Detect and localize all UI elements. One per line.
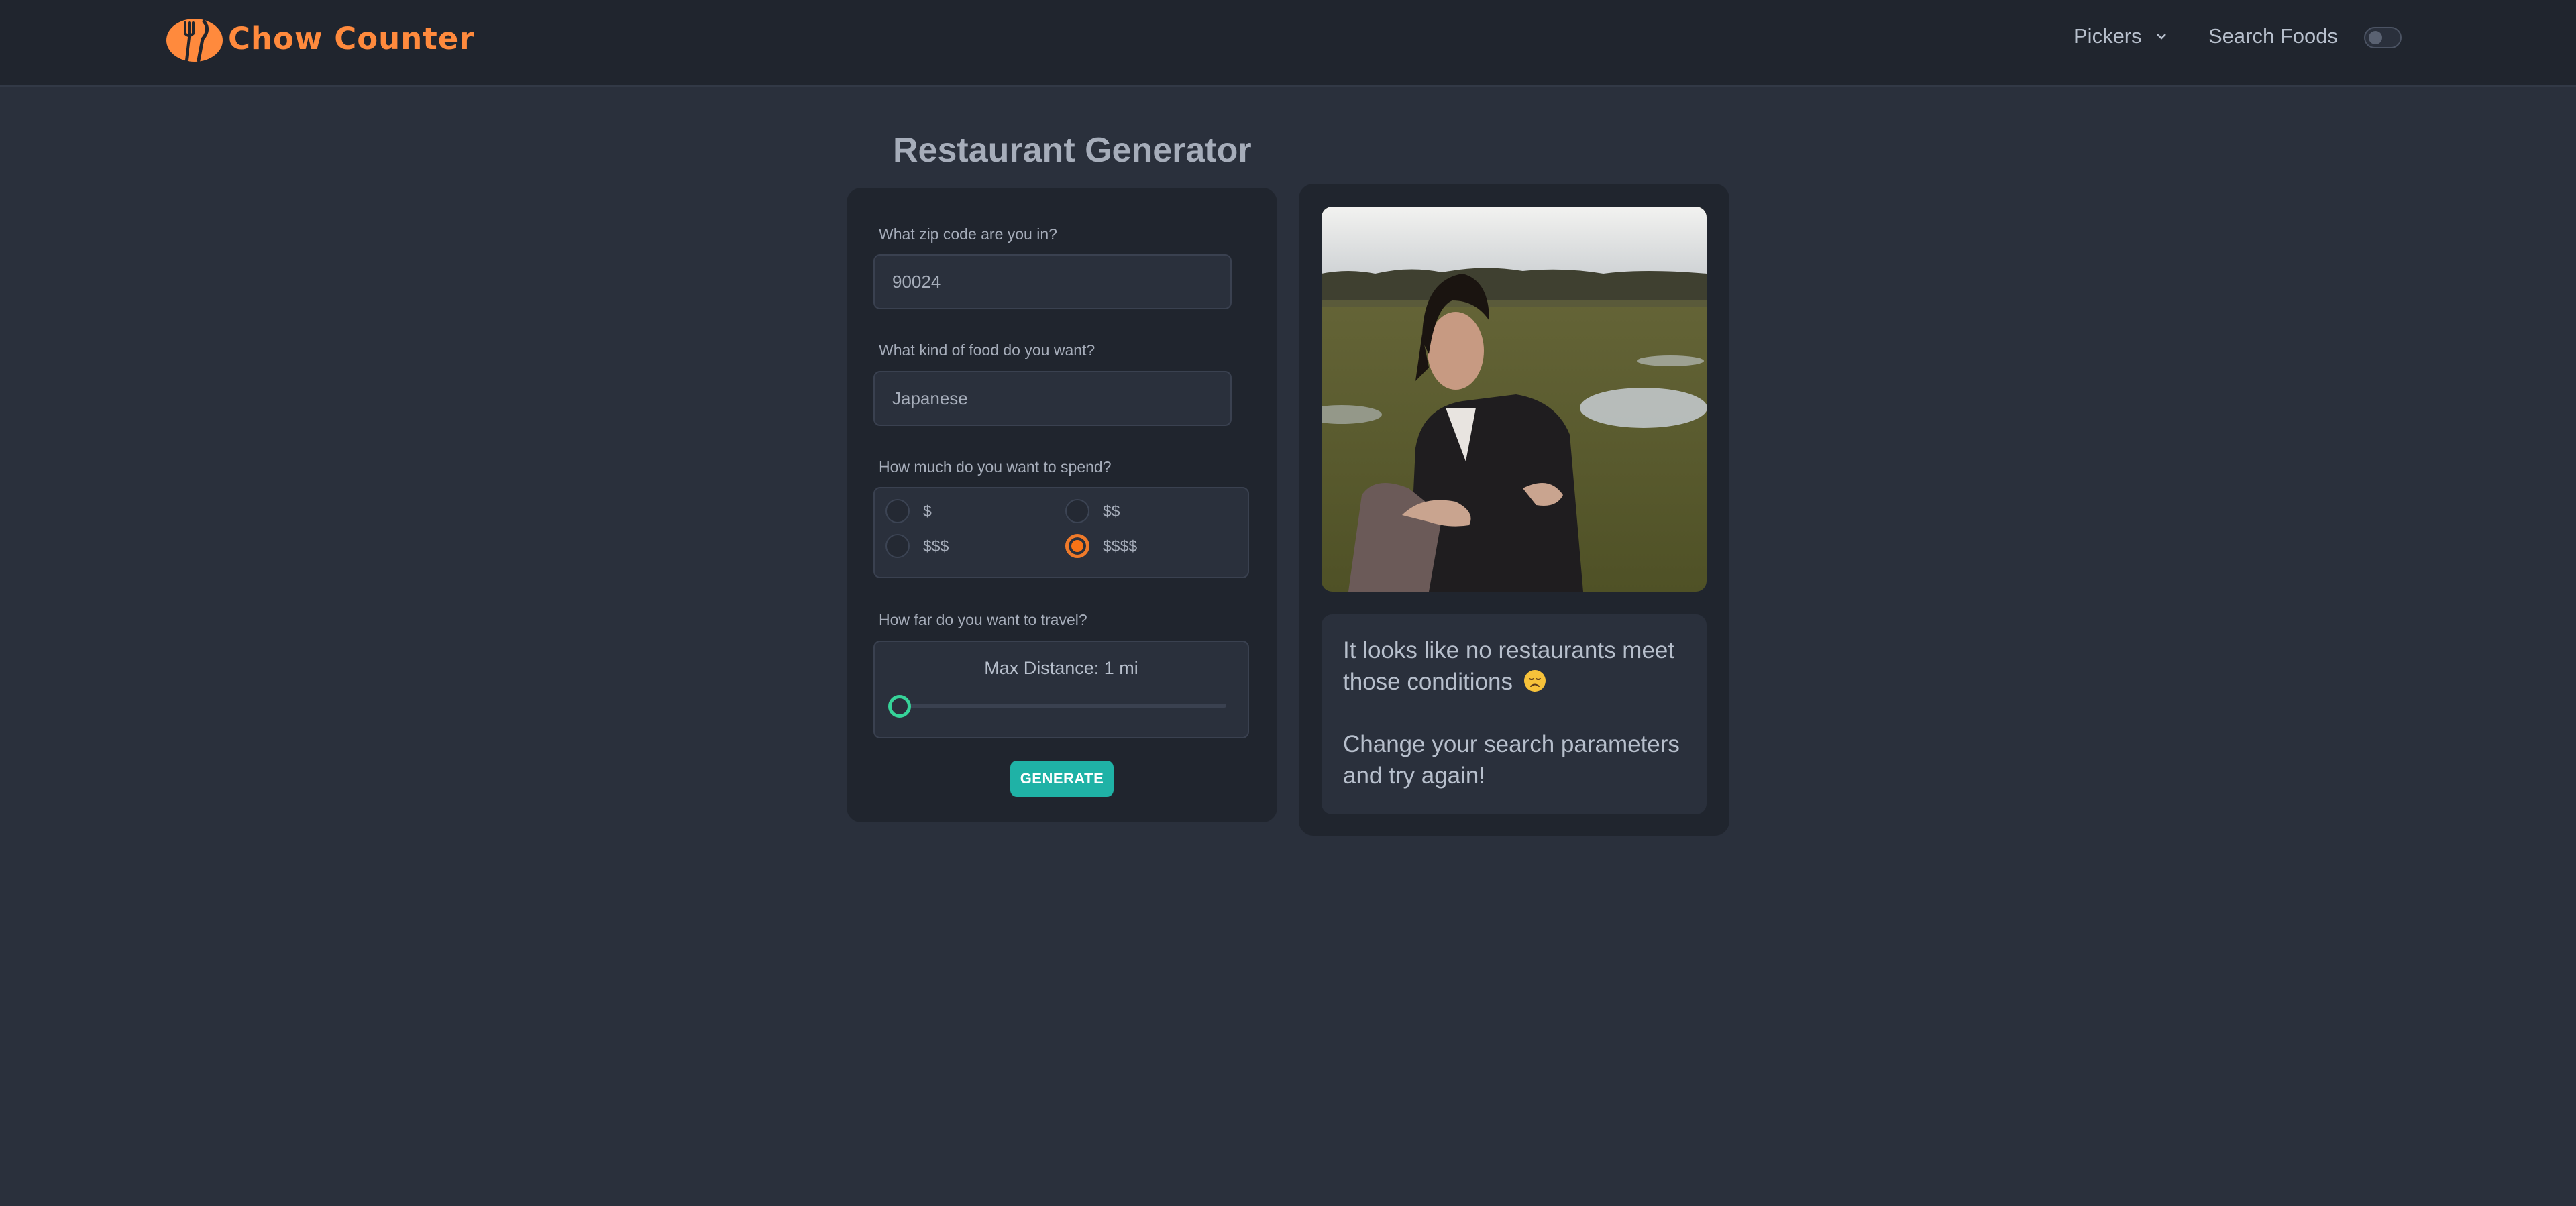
result-card: It looks like no restaurants meet those …	[1299, 184, 1729, 836]
confused-man-illustration	[1322, 207, 1707, 592]
generate-button[interactable]: GENERATE	[1010, 761, 1114, 797]
distance-box: Max Distance: 1 mi	[873, 641, 1249, 738]
disappointed-face-icon	[1523, 670, 1546, 692]
price-radio-4[interactable]	[1065, 534, 1089, 558]
theme-toggle[interactable]	[2364, 27, 2402, 48]
zip-label: What zip code are you in?	[879, 225, 1057, 243]
price-radio-2[interactable]	[1065, 499, 1089, 523]
distance-readout: Max Distance: 1 mi	[984, 658, 1138, 678]
page-title: Restaurant Generator	[893, 131, 1252, 170]
chevron-down-icon	[2156, 34, 2166, 40]
generator-form-card: What zip code are you in? What kind of f…	[847, 188, 1277, 822]
price-option-4[interactable]: $$$$	[1065, 534, 1137, 558]
brand-link[interactable]: Chow Counter	[164, 13, 474, 63]
navbar: Chow Counter Pickers Search Foods	[0, 0, 2576, 87]
confused-man-gif	[1322, 207, 1707, 592]
price-label-2: $$	[1103, 502, 1120, 520]
price-radio-3[interactable]	[885, 534, 910, 558]
price-option-3[interactable]: $$$	[885, 534, 949, 558]
price-label-3: $$$	[923, 537, 949, 555]
food-input[interactable]	[873, 371, 1232, 426]
pickers-dropdown[interactable]: Pickers	[2074, 24, 2169, 48]
spend-label: How much do you want to spend?	[879, 458, 1112, 476]
price-option-1[interactable]: $	[885, 499, 932, 523]
distance-slider-track[interactable]	[898, 704, 1226, 708]
price-label-4: $$$$	[1103, 537, 1138, 555]
search-foods-link[interactable]: Search Foods	[2208, 24, 2338, 48]
toggle-knob	[2369, 31, 2382, 44]
distance-slider-thumb[interactable]	[888, 695, 911, 718]
search-foods-label: Search Foods	[2208, 24, 2338, 48]
no-results-message: It looks like no restaurants meet those …	[1322, 614, 1707, 814]
message-line-1: It looks like no restaurants meet those …	[1343, 637, 1675, 695]
brand-name: Chow Counter	[228, 20, 475, 56]
pickers-label: Pickers	[2074, 24, 2142, 48]
food-label: What kind of food do you want?	[879, 341, 1095, 359]
message-line-2: Change your search parameters and try ag…	[1343, 731, 1680, 789]
price-radio-1[interactable]	[885, 499, 910, 523]
price-label-1: $	[923, 502, 932, 520]
price-option-2[interactable]: $$	[1065, 499, 1120, 523]
travel-label: How far do you want to travel?	[879, 611, 1087, 628]
price-radio-group: $ $$ $$$ $$$$	[873, 487, 1249, 578]
zip-input[interactable]	[873, 254, 1232, 309]
chow-counter-logo-icon	[166, 19, 223, 62]
